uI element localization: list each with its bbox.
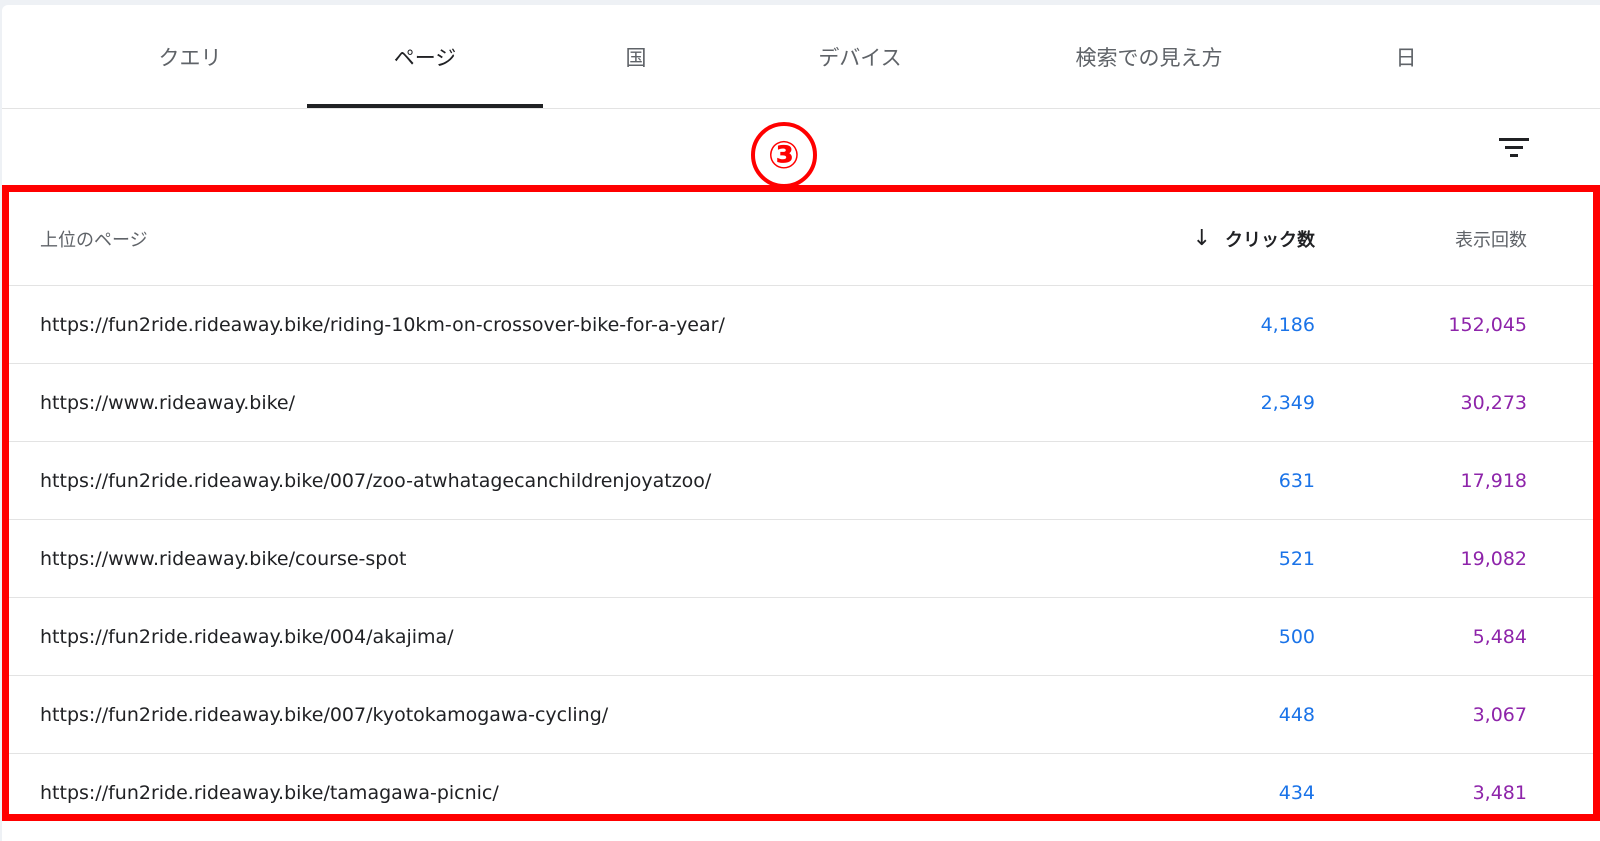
table-header: 上位のページ ↓ クリック数 表示回数 [9,192,1593,286]
clicks-value: 4,186 [1260,313,1315,336]
tab-search-appearance[interactable]: 検索での見え方 [990,5,1308,108]
table-row[interactable]: https://fun2ride.rideaway.bike/tamagawa-… [9,754,1593,831]
page-url: https://www.rideaway.bike/ [40,391,296,414]
table-row[interactable]: https://fun2ride.rideaway.bike/004/akaji… [9,598,1593,676]
column-header-impressions[interactable]: 表示回数 [1455,192,1527,285]
page-url: https://fun2ride.rideaway.bike/tamagawa-… [40,781,499,804]
tab-dates[interactable]: 日 [1308,5,1504,108]
column-header-page: 上位のページ [40,229,148,251]
table-row[interactable]: https://fun2ride.rideaway.bike/riding-10… [9,286,1593,364]
clicks-value: 500 [1278,625,1315,648]
tab-countries[interactable]: 国 [542,5,730,108]
page-url: https://www.rideaway.bike/course-spot [40,547,407,570]
page-url: https://fun2ride.rideaway.bike/004/akaji… [40,625,454,648]
column-header-clicks[interactable]: ↓ クリック数 [1193,192,1315,285]
tab-queries[interactable]: クエリ [72,5,308,108]
table-row[interactable]: https://fun2ride.rideaway.bike/007/zoo-a… [9,442,1593,520]
impressions-value: 17,918 [1460,469,1527,492]
arrow-down-icon: ↓ [1192,226,1211,251]
clicks-value: 2,349 [1260,391,1315,414]
page-url: https://fun2ride.rideaway.bike/007/kyoto… [40,703,609,726]
page-url: https://fun2ride.rideaway.bike/007/zoo-a… [40,469,712,492]
tab-pages[interactable]: ページ [307,5,543,108]
clicks-value: 434 [1278,781,1315,804]
impressions-value: 30,273 [1460,391,1527,414]
table-row[interactable]: https://fun2ride.rideaway.bike/007/kyoto… [9,676,1593,754]
column-header-clicks-label: クリック数 [1225,229,1315,251]
page-url: https://fun2ride.rideaway.bike/riding-10… [40,313,725,336]
impressions-value: 3,481 [1472,781,1527,804]
impressions-value: 5,484 [1472,625,1527,648]
annotation-number-badge: ③ [751,122,817,188]
report-panel: クエリ ページ 国 デバイス 検索での見え方 日 上位のページ ↓ クリック数 … [2,5,1600,841]
table-row[interactable]: https://www.rideaway.bike/course-spot 52… [9,520,1593,598]
filter-icon[interactable] [1496,132,1532,164]
dimension-tabs: クエリ ページ 国 デバイス 検索での見え方 日 [2,5,1600,109]
clicks-value: 521 [1278,547,1315,570]
impressions-value: 152,045 [1448,313,1527,336]
table-row[interactable]: https://www.rideaway.bike/ 2,349 30,273 [9,364,1593,442]
active-tab-indicator [307,104,543,108]
clicks-value: 631 [1278,469,1315,492]
top-pages-table: 上位のページ ↓ クリック数 表示回数 https://fun2ride.rid… [9,192,1593,831]
impressions-value: 19,082 [1460,547,1527,570]
impressions-value: 3,067 [1472,703,1527,726]
tab-devices[interactable]: デバイス [730,5,990,108]
clicks-value: 448 [1278,703,1315,726]
